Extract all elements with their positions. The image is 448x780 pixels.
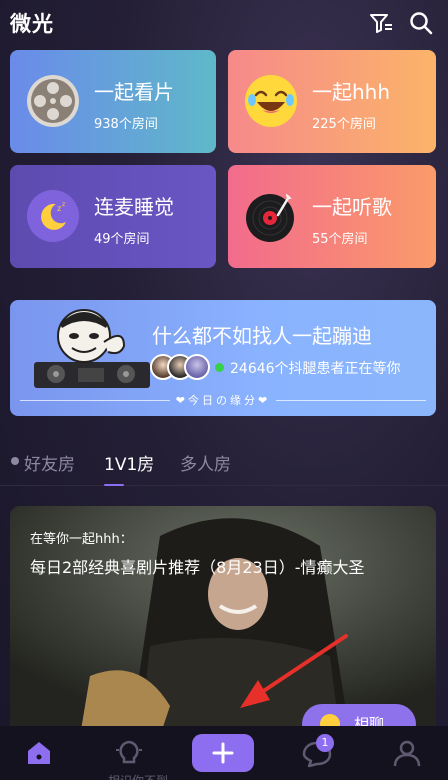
tab-dot-indicator [11,457,19,465]
svg-text:z: z [62,201,65,208]
profile-icon[interactable] [390,736,424,770]
waiting-users-avatars [150,354,212,382]
tab-friends-room[interactable]: 好友房 [24,450,75,475]
category-room-count: 225个房间 [312,117,376,132]
category-card-watch-movies[interactable]: 一起看片 938个房间 [10,50,216,153]
add-room-button[interactable] [192,734,254,772]
category-room-count: 55个房间 [312,232,368,247]
category-title: 一起看片 [94,80,174,104]
bottom-nav: 相识你不到 1 [0,726,448,780]
banner-title: 什么都不如找人一起蹦迪 [152,324,372,348]
disco-banner[interactable]: 什么都不如找人一起蹦迪 24646个抖腿患者正在等你 ❤今日の缘分❤ [10,300,436,416]
room-tabs: 好友房 1V1房 多人房 [0,440,448,486]
divider [276,400,426,401]
film-reel-icon [27,75,79,127]
category-card-laugh-together[interactable]: 一起hhh 225个房间 [228,50,436,153]
svg-text:z: z [57,204,61,213]
moon-icon: z z [27,190,79,242]
home-icon[interactable] [22,736,56,770]
room-headline: 每日2部经典喜剧片推荐（8月23日）-情癫大圣 [30,558,365,577]
banner-footer: ❤今日の缘分❤ [10,392,436,408]
chat-unread-badge: 1 [316,734,334,752]
category-room-count: 49个房间 [94,232,150,247]
category-card-listen-music[interactable]: 一起听歌 55个房间 [228,165,436,268]
category-title: 连麦睡觉 [94,195,174,219]
nav-peek-text: 相识你不到 [108,772,168,780]
lightbulb-icon[interactable] [112,736,146,770]
category-title: 一起hhh [312,80,391,104]
active-tab-underline [104,484,124,486]
category-room-count: 938个房间 [94,117,158,132]
category-card-sleep-call[interactable]: z z 连麦睡觉 49个房间 [10,165,216,268]
record-player-icon [246,191,294,242]
room-card[interactable]: 在等你一起hhh： 每日2部经典喜剧片推荐（8月23日）-情癫大圣 相聊 [10,506,436,736]
app-title: 微光 [10,12,54,36]
tab-group-room[interactable]: 多人房 [180,450,231,475]
laughing-face-icon [245,75,297,127]
avatar [184,354,210,380]
category-title: 一起听歌 [312,195,392,219]
tab-1v1-room[interactable]: 1V1房 [104,450,154,475]
filter-icon[interactable] [368,10,394,36]
add-icon [212,742,234,764]
search-icon[interactable] [408,10,434,36]
room-caption: 在等你一起hhh： [30,532,133,547]
dj-meme-illustration [34,309,150,388]
online-indicator [215,363,224,372]
banner-waiting-count: 24646个抖腿患者正在等你 [230,361,401,377]
top-bar: 微光 [0,0,448,46]
